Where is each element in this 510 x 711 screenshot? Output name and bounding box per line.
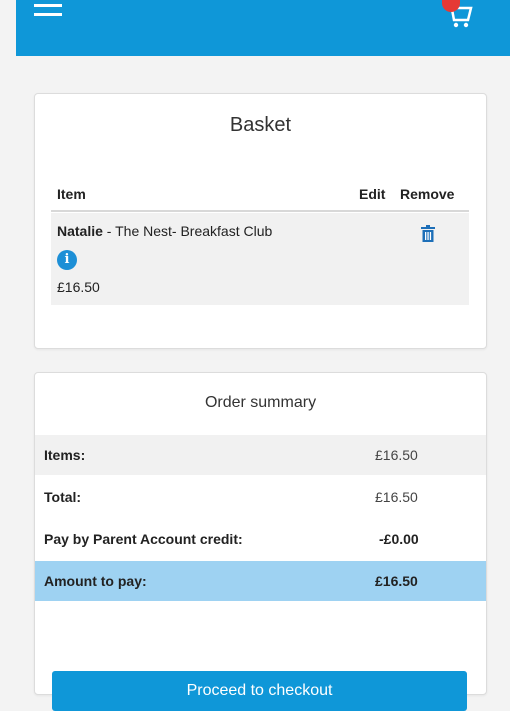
summary-value: -£0.00 [379, 531, 419, 547]
basket-item-row: Natalie - The Nest- Breakfast Club i £16… [51, 213, 469, 305]
order-summary-title: Order summary [204, 394, 317, 411]
summary-row-total: Total: £16.50 [35, 477, 486, 517]
order-summary-card: Order summary Items: £16.50 Total: £16.5… [34, 372, 487, 695]
proceed-to-checkout-button[interactable]: Proceed to checkout [52, 671, 467, 711]
summary-value: £16.50 [375, 573, 418, 589]
info-icon[interactable]: i [57, 250, 77, 270]
shopping-cart-icon[interactable] [436, 0, 476, 34]
top-app-bar [16, 0, 510, 56]
summary-label: Items: [44, 447, 86, 463]
basket-item-name: Natalie - The Nest- Breakfast Club [57, 223, 272, 239]
basket-title: Basket [229, 114, 292, 136]
basket-item-price: £16.50 [57, 279, 100, 295]
summary-row-items: Items: £16.50 [35, 435, 486, 475]
header-divider [51, 210, 469, 212]
trash-icon[interactable] [421, 225, 435, 242]
booking-description: - The Nest- Breakfast Club [102, 223, 273, 239]
summary-label: Total: [44, 489, 82, 505]
column-header-remove: Remove [400, 186, 455, 202]
column-header-edit: Edit [359, 186, 386, 202]
column-header-item: Item [57, 186, 86, 202]
summary-row-amount-to-pay: Amount to pay: £16.50 [35, 561, 486, 601]
summary-value: £16.50 [375, 447, 418, 463]
summary-row-credit: Pay by Parent Account credit: -£0.00 [35, 519, 486, 559]
summary-label: Pay by Parent Account credit: [44, 531, 243, 547]
child-name: Natalie [57, 223, 103, 239]
summary-label: Amount to pay: [44, 573, 147, 589]
hamburger-menu-icon[interactable] [34, 0, 62, 24]
basket-card: Basket Item Edit Remove Natalie - The Ne… [34, 93, 487, 349]
summary-value: £16.50 [375, 489, 418, 505]
